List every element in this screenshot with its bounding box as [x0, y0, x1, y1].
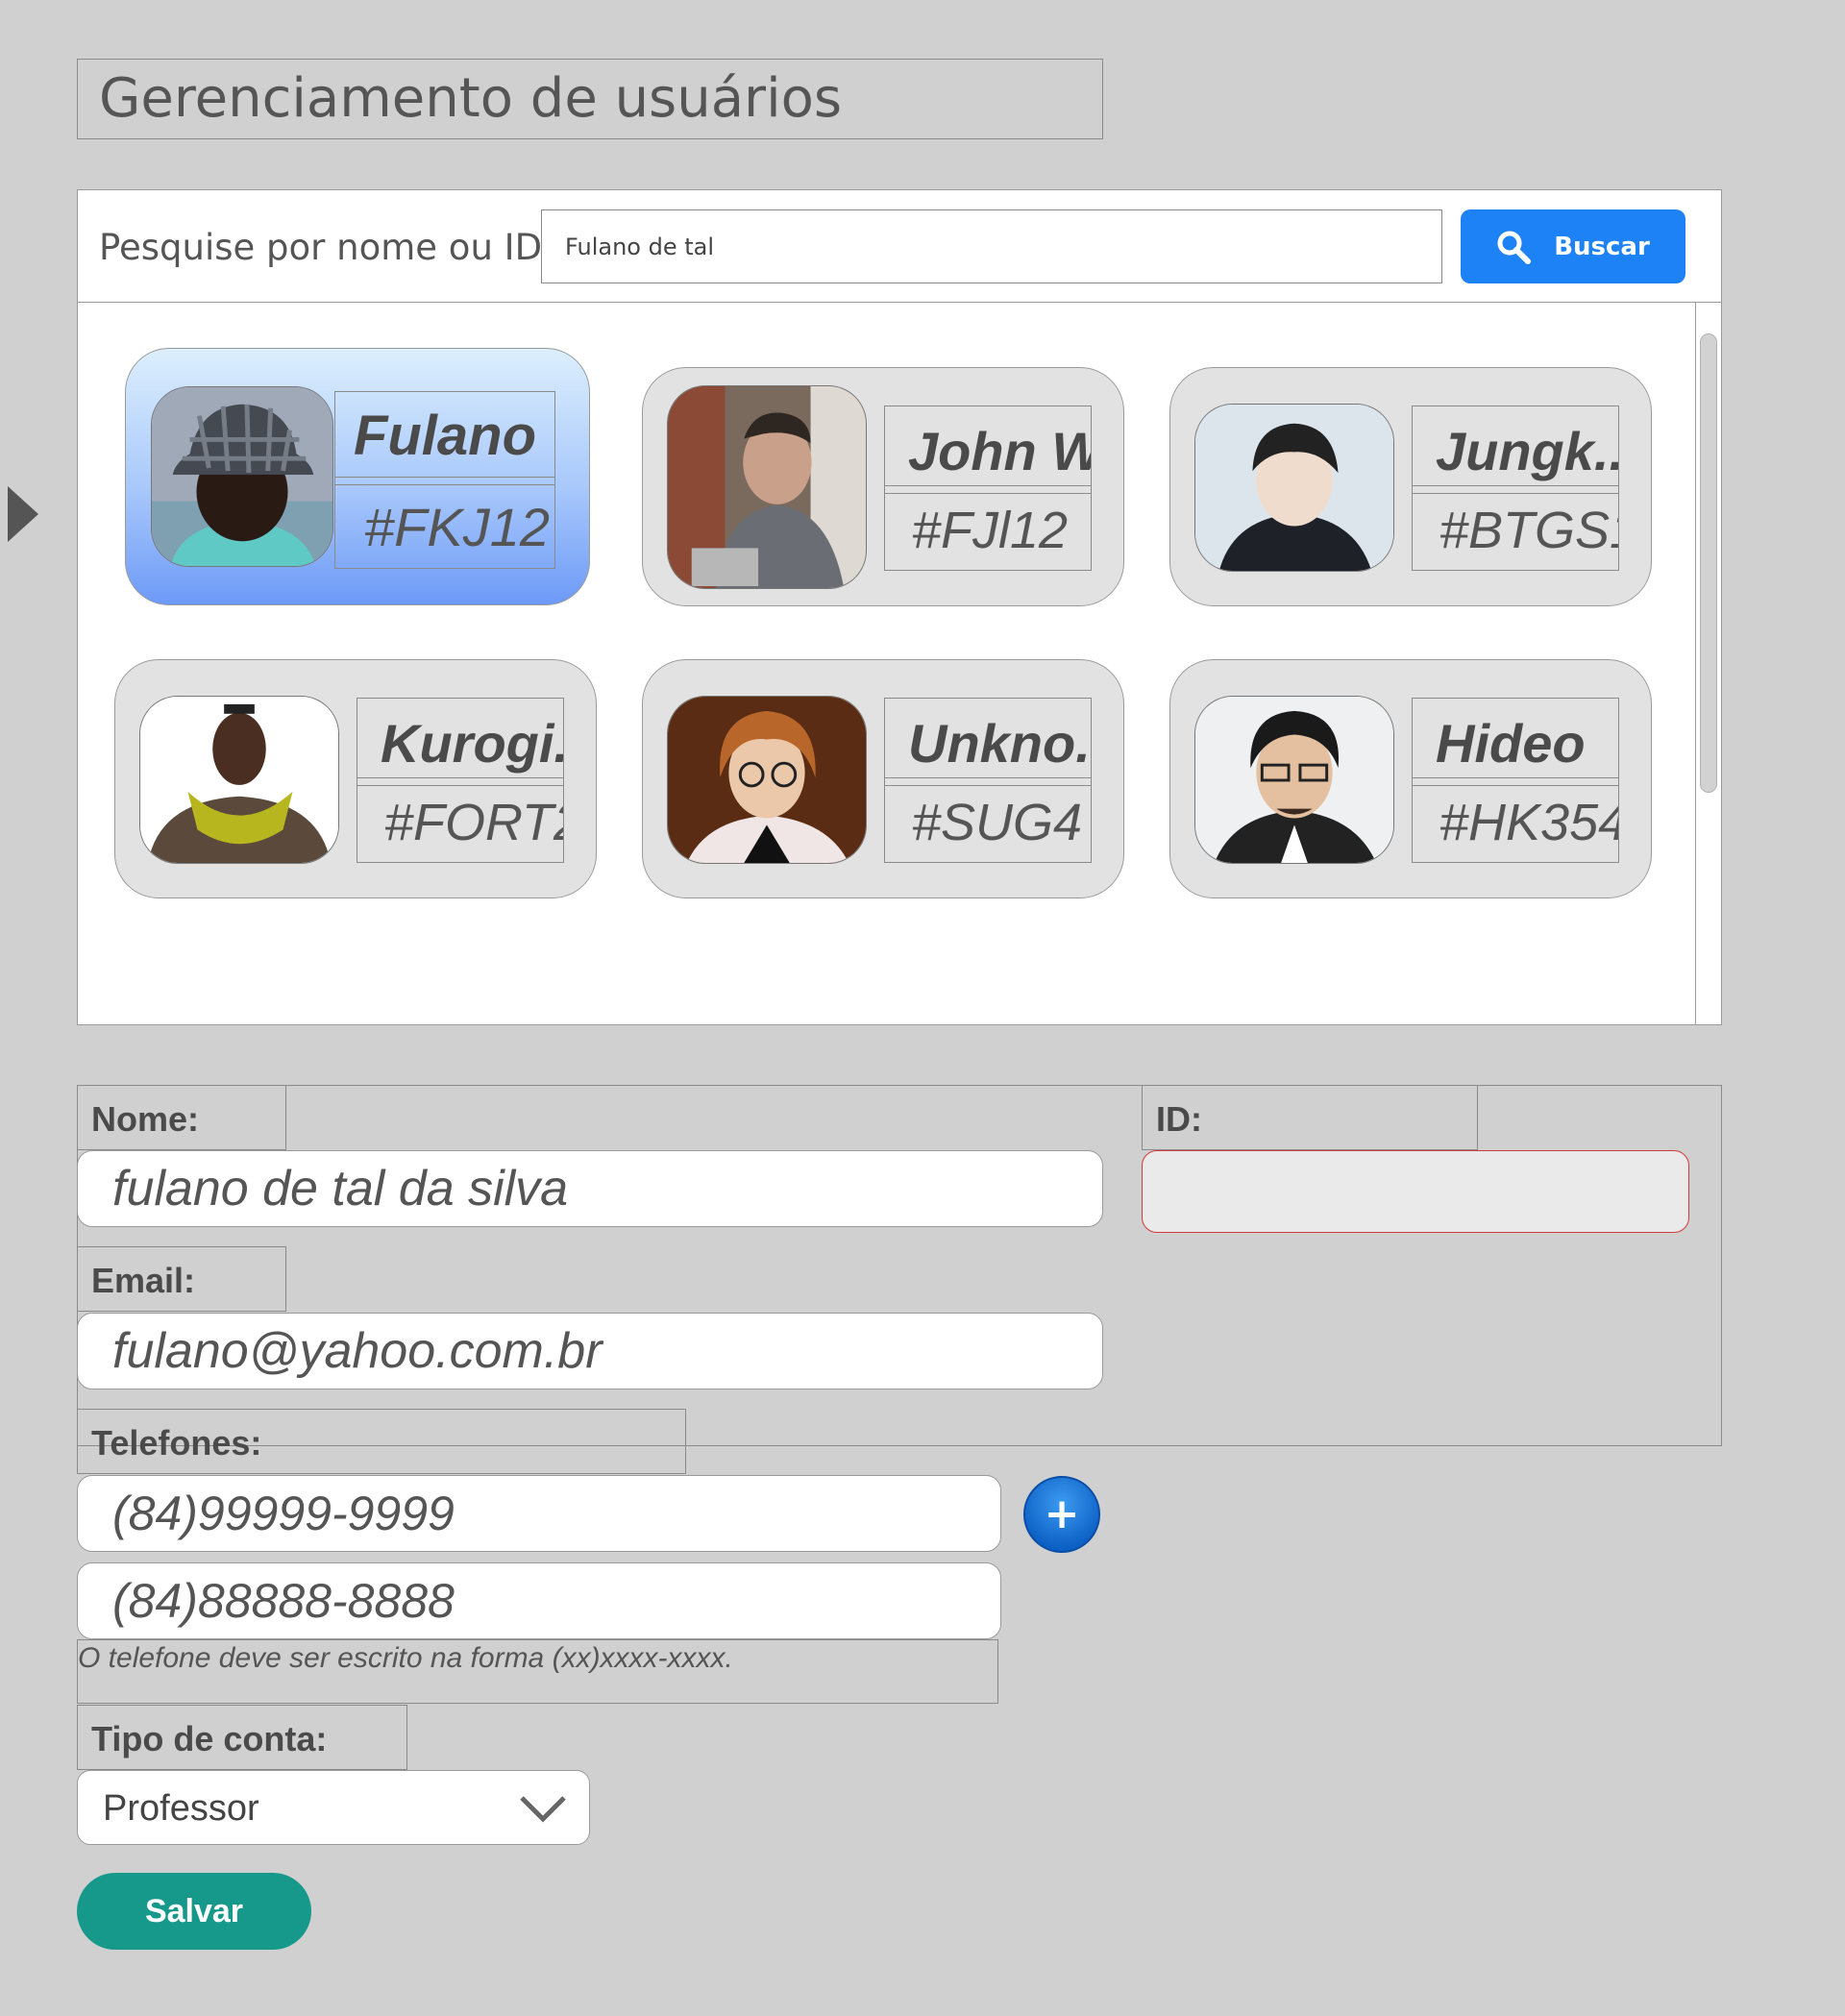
- chevron-down-icon: [518, 1792, 568, 1829]
- user-name: Kurogi..: [381, 713, 563, 774]
- user-name: John W.: [908, 421, 1091, 481]
- email-field[interactable]: [77, 1313, 1103, 1389]
- divider: [885, 485, 1091, 494]
- user-id: #HK354: [1439, 794, 1618, 851]
- user-card[interactable]: Unkno... #SUG4: [642, 659, 1124, 898]
- user-avatar: [139, 696, 339, 864]
- user-card[interactable]: Hideo #HK354: [1169, 659, 1652, 898]
- account-type-select[interactable]: Professor: [77, 1770, 590, 1845]
- id-field[interactable]: [1142, 1150, 1689, 1233]
- search-icon: [1496, 230, 1532, 264]
- user-avatar: [151, 386, 333, 567]
- user-name: Unkno...: [908, 713, 1091, 774]
- user-name: Fulano: [353, 405, 537, 467]
- user-avatar: [667, 696, 867, 864]
- user-info-box: Hideo #HK354: [1412, 698, 1619, 863]
- phone-hint: O telefone deve ser escrito na forma (xx…: [78, 1642, 733, 1674]
- user-card[interactable]: Jungk... #BTGS1: [1169, 367, 1652, 606]
- user-info-box: Kurogi.. #FORT2: [357, 698, 564, 863]
- divider: [357, 777, 563, 786]
- user-card[interactable]: Fulano #FKJ12: [125, 348, 590, 605]
- divider: [335, 477, 554, 485]
- scrollbar-thumb[interactable]: [1700, 333, 1717, 793]
- user-id: #BTGS1: [1439, 502, 1618, 559]
- user-card[interactable]: Kurogi.. #FORT2: [114, 659, 597, 898]
- user-name: Jungk...: [1436, 421, 1618, 481]
- user-info-box: Unkno... #SUG4: [884, 698, 1092, 863]
- phones-label-box: Telefones:: [77, 1409, 686, 1474]
- page-title-box: Gerenciamento de usuários: [77, 59, 1103, 139]
- id-label: ID:: [1156, 1099, 1202, 1139]
- user-avatar: [667, 385, 867, 589]
- user-id: #FORT2: [384, 794, 563, 851]
- user-avatar: [1194, 696, 1394, 864]
- account-type-label-box: Tipo de conta:: [77, 1705, 407, 1770]
- user-info-box: Jungk... #BTGS1: [1412, 406, 1619, 571]
- user-info-box: Fulano #FKJ12: [334, 391, 555, 569]
- page-title: Gerenciamento de usuários: [99, 67, 843, 130]
- search-button[interactable]: Buscar: [1461, 209, 1685, 283]
- add-phone-button[interactable]: +: [1023, 1476, 1100, 1553]
- scrollbar[interactable]: [1695, 303, 1721, 1024]
- id-label-box: ID:: [1142, 1085, 1478, 1150]
- account-type-label: Tipo de conta:: [91, 1719, 328, 1758]
- search-button-label: Buscar: [1554, 232, 1650, 261]
- user-id: #FJl12: [912, 502, 1069, 559]
- divider: [1413, 485, 1618, 494]
- name-label-box: Nome:: [77, 1085, 286, 1150]
- name-label: Nome:: [91, 1099, 200, 1139]
- account-type-value: Professor: [103, 1788, 259, 1829]
- user-name: Hideo: [1436, 713, 1586, 774]
- email-label-box: Email:: [77, 1246, 286, 1312]
- divider: [885, 777, 1091, 786]
- search-label: Pesquise por nome ou ID:: [99, 227, 554, 268]
- user-avatar: [1194, 404, 1394, 572]
- user-card[interactable]: John W. #FJl12: [642, 367, 1124, 606]
- plus-icon: +: [1044, 1489, 1080, 1538]
- email-label: Email:: [91, 1261, 196, 1300]
- user-id: #FKJ12: [364, 497, 550, 557]
- name-field[interactable]: [77, 1150, 1103, 1227]
- phones-label: Telefones:: [91, 1423, 262, 1463]
- divider: [1413, 777, 1618, 786]
- user-info-box: John W. #FJl12: [884, 406, 1092, 571]
- save-button[interactable]: Salvar: [77, 1873, 311, 1950]
- phone-field[interactable]: [77, 1562, 1001, 1639]
- user-search-panel: Pesquise por nome ou ID: Buscar Fulano #…: [77, 189, 1722, 1025]
- search-bar: Pesquise por nome ou ID: Buscar: [78, 190, 1721, 303]
- search-input[interactable]: [541, 209, 1442, 283]
- expand-arrow-icon[interactable]: [8, 486, 38, 542]
- phone-field[interactable]: [77, 1475, 1001, 1552]
- phone-hint-box: O telefone deve ser escrito na forma (xx…: [77, 1639, 998, 1704]
- user-id: #SUG4: [912, 794, 1083, 851]
